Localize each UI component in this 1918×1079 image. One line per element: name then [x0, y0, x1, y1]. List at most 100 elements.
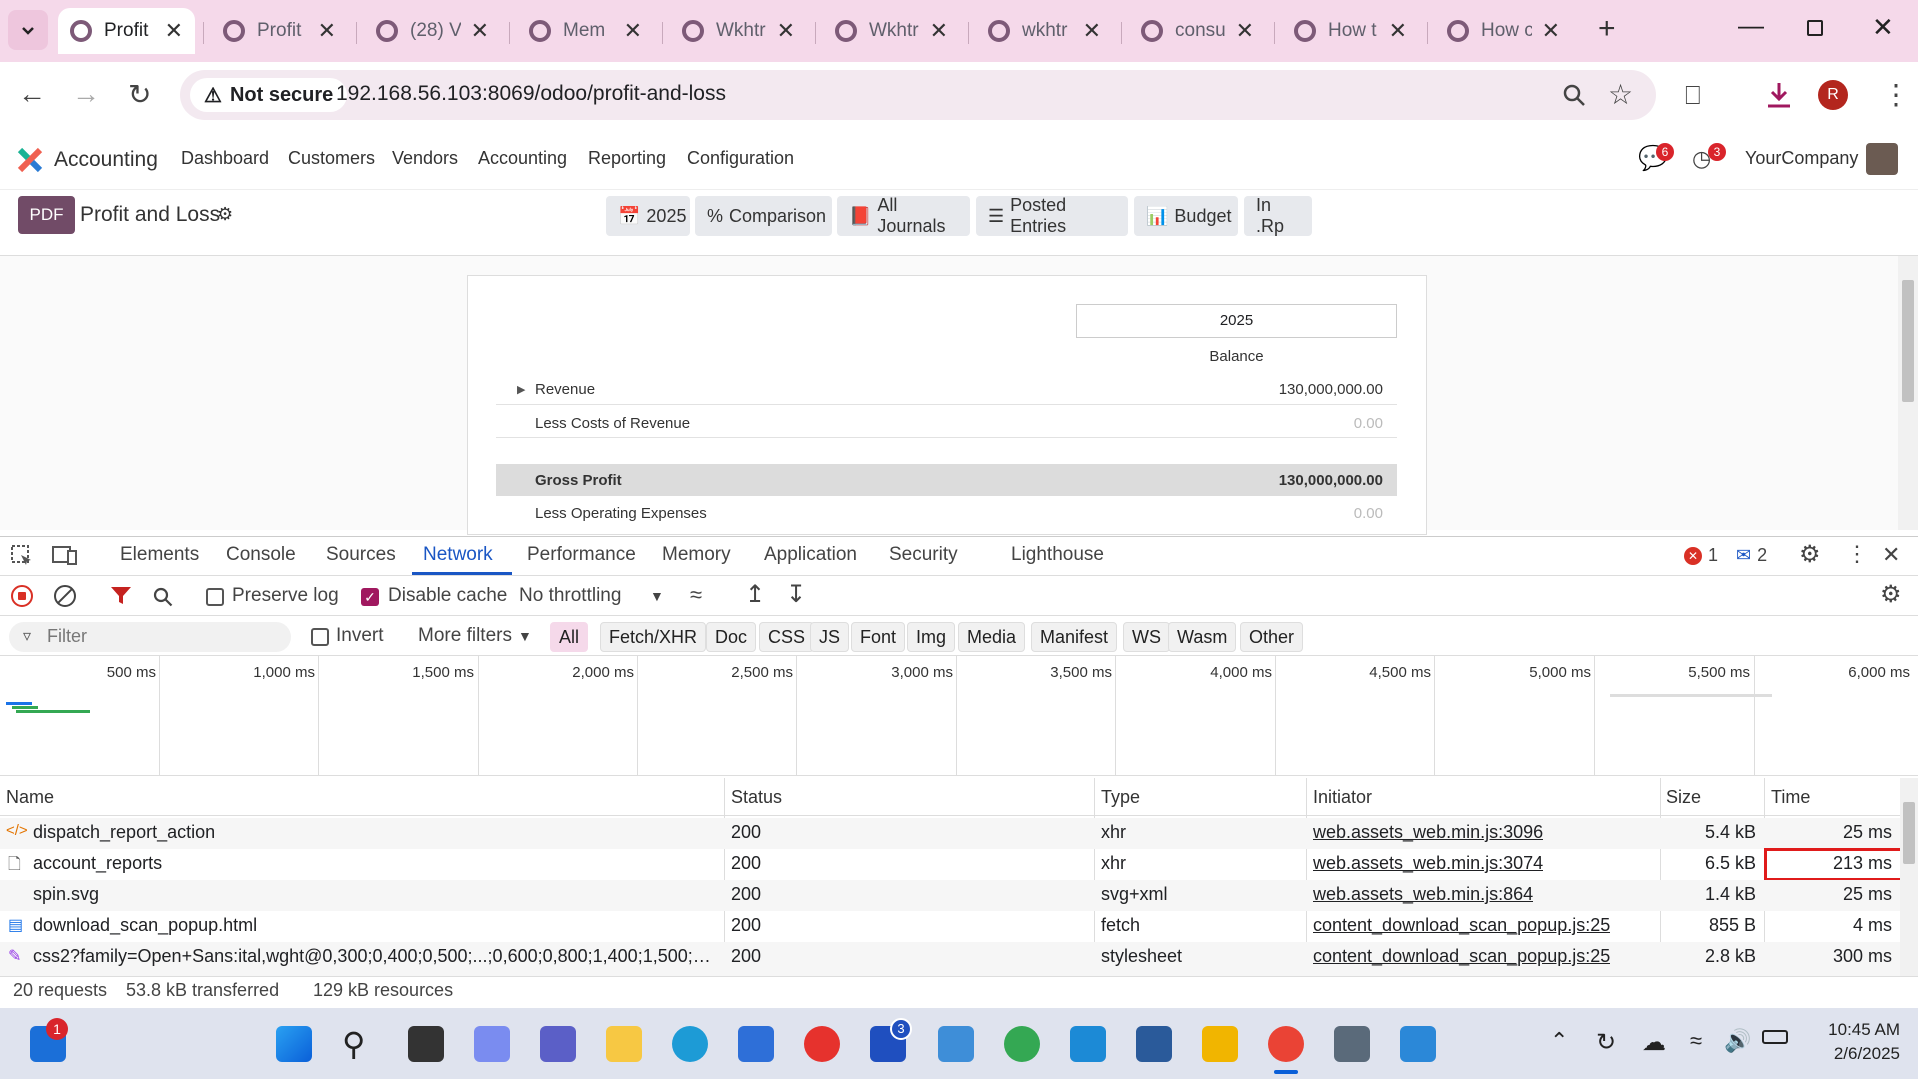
- devtools-tab-performance[interactable]: Performance: [527, 544, 636, 566]
- settings-gear-icon[interactable]: ⚙: [217, 204, 233, 225]
- disable-cache-label[interactable]: Disable cache: [388, 585, 507, 607]
- teams-icon[interactable]: [540, 1026, 576, 1062]
- type-filter-other[interactable]: Other: [1240, 622, 1304, 652]
- preserve-log-checkbox[interactable]: [206, 588, 224, 606]
- invert-label[interactable]: Invert: [336, 625, 384, 647]
- profile-avatar[interactable]: R: [1818, 80, 1848, 110]
- type-filter-wasm[interactable]: Wasm: [1168, 622, 1237, 652]
- browser-tab[interactable]: wkhtr ✕: [976, 8, 1113, 54]
- devtools-tab-security[interactable]: Security: [889, 544, 958, 566]
- column-status[interactable]: Status: [731, 787, 782, 808]
- column-name[interactable]: Name: [6, 787, 54, 808]
- cloud-icon[interactable]: ☁: [1642, 1028, 1666, 1057]
- type-filter-manifest[interactable]: Manifest: [1031, 622, 1118, 652]
- device-toolbar-icon[interactable]: [52, 545, 78, 567]
- devtools-settings-icon[interactable]: ⚙: [1799, 540, 1821, 569]
- request-initiator[interactable]: content_download_scan_popup.js:25: [1313, 915, 1610, 936]
- inspect-element-icon[interactable]: [10, 544, 34, 568]
- more-filters-arrow-icon[interactable]: ▼: [518, 628, 532, 644]
- network-settings-icon[interactable]: ⚙: [1880, 580, 1902, 609]
- column-size[interactable]: Size: [1666, 787, 1701, 808]
- tab-close-icon[interactable]: ✕: [318, 18, 336, 44]
- clear-icon[interactable]: [54, 585, 76, 607]
- menu-vendors[interactable]: Vendors: [392, 148, 458, 169]
- type-filter-js[interactable]: JS: [810, 622, 850, 652]
- request-name[interactable]: account_reports: [33, 853, 713, 874]
- table-row[interactable]: ✎ css2?family=Open+Sans:ital,wght@0,300;…: [0, 942, 1900, 976]
- new-tab-button[interactable]: +: [1598, 12, 1616, 46]
- not-secure-chip[interactable]: ⚠ Not secure: [190, 78, 348, 112]
- zoom-icon[interactable]: [1562, 83, 1586, 107]
- copilot-icon[interactable]: [474, 1026, 510, 1062]
- line-revenue-label[interactable]: Revenue: [535, 381, 595, 398]
- type-filter-font[interactable]: Font: [851, 622, 906, 652]
- filter-journals-button[interactable]: 📕 All Journals: [837, 195, 970, 236]
- menu-configuration[interactable]: Configuration: [687, 148, 794, 169]
- download-icon[interactable]: [1764, 80, 1794, 110]
- edge-icon[interactable]: [672, 1026, 708, 1062]
- report-scrollbar[interactable]: [1898, 256, 1918, 530]
- calculator-icon[interactable]: [1334, 1026, 1370, 1062]
- browser-tab[interactable]: Wkhtr ✕: [823, 8, 960, 54]
- photos-icon[interactable]: [1400, 1026, 1436, 1062]
- import-har-icon[interactable]: ↥: [745, 580, 765, 609]
- column-type[interactable]: Type: [1101, 787, 1140, 808]
- preserve-log-label[interactable]: Preserve log: [232, 585, 339, 607]
- tab-close-icon[interactable]: ✕: [1083, 18, 1101, 44]
- task-view-icon[interactable]: [408, 1026, 444, 1062]
- message-count[interactable]: ✉ 2: [1736, 545, 1767, 566]
- column-time[interactable]: Time: [1771, 787, 1810, 808]
- back-button[interactable]: ←: [18, 78, 46, 110]
- table-scrollbar[interactable]: [1900, 778, 1918, 976]
- throttling-select[interactable]: No throttling: [519, 585, 621, 607]
- devtools-tab-memory[interactable]: Memory: [662, 544, 731, 566]
- table-row[interactable]: ▤ download_scan_popup.html 200 fetch con…: [0, 911, 1900, 942]
- devtools-tab-console[interactable]: Console: [226, 544, 296, 566]
- menu-customers[interactable]: Customers: [288, 148, 375, 169]
- browser-tab[interactable]: Mem ✕: [517, 8, 654, 54]
- search-icon[interactable]: [152, 586, 174, 608]
- tab-close-icon[interactable]: ✕: [1389, 18, 1407, 44]
- disable-cache-checkbox[interactable]: ✓: [361, 588, 379, 606]
- table-row[interactable]: </> dispatch_report_action 200 xhr web.a…: [0, 818, 1900, 849]
- invert-checkbox[interactable]: [311, 628, 329, 646]
- browser-tab[interactable]: How t ✕: [1282, 8, 1419, 54]
- browser-menu-icon[interactable]: ⋮: [1882, 78, 1910, 111]
- request-initiator[interactable]: web.assets_web.min.js:3074: [1313, 853, 1543, 874]
- clock-time[interactable]: 10:45 AM: [1800, 1020, 1900, 1040]
- wifi-icon[interactable]: ≈: [1690, 1028, 1702, 1054]
- sync-icon[interactable]: ↻: [1596, 1028, 1616, 1057]
- restore-button[interactable]: [1807, 20, 1823, 36]
- microsoft-store-icon[interactable]: [738, 1026, 774, 1062]
- type-filter-css[interactable]: CSS: [759, 622, 815, 652]
- request-initiator[interactable]: web.assets_web.min.js:864: [1313, 884, 1533, 905]
- taskbar-search-icon[interactable]: ⚲: [342, 1026, 378, 1062]
- app-name[interactable]: Accounting: [54, 148, 158, 172]
- request-name[interactable]: download_scan_popup.html: [33, 915, 713, 936]
- virtualbox-icon[interactable]: [1136, 1026, 1172, 1062]
- menu-accounting[interactable]: Accounting: [478, 148, 567, 169]
- export-har-icon[interactable]: ↧: [786, 580, 806, 609]
- network-conditions-icon[interactable]: ≈: [690, 582, 702, 608]
- tab-close-icon[interactable]: ✕: [930, 18, 948, 44]
- battery-icon[interactable]: [1762, 1030, 1788, 1044]
- expand-caret-icon[interactable]: ▶: [517, 383, 525, 396]
- user-avatar[interactable]: [1866, 143, 1898, 175]
- devtools-close-icon[interactable]: ✕: [1882, 542, 1900, 568]
- wps-office-icon[interactable]: [804, 1026, 840, 1062]
- chevron-up-icon[interactable]: ⌃: [1550, 1028, 1568, 1054]
- tab-close-icon[interactable]: ✕: [165, 18, 183, 44]
- error-count[interactable]: ✕ 1: [1684, 545, 1718, 566]
- pdf-button[interactable]: PDF: [18, 196, 75, 234]
- filter-input[interactable]: ▿ Filter: [9, 622, 291, 652]
- column-initiator[interactable]: Initiator: [1313, 787, 1372, 808]
- chrome-profile-icon[interactable]: [1004, 1026, 1040, 1062]
- tab-close-icon[interactable]: ✕: [777, 18, 795, 44]
- line-revenue-value[interactable]: 130,000,000.00: [1150, 381, 1383, 398]
- close-window-button[interactable]: ✕: [1872, 12, 1894, 43]
- type-filter-img[interactable]: Img: [907, 622, 956, 652]
- menu-reporting[interactable]: Reporting: [588, 148, 666, 169]
- type-filter-fetch-xhr[interactable]: Fetch/XHR: [600, 622, 707, 652]
- volume-icon[interactable]: 🔊: [1724, 1028, 1751, 1054]
- table-row[interactable]: spin.svg 200 svg+xml web.assets_web.min.…: [0, 880, 1900, 911]
